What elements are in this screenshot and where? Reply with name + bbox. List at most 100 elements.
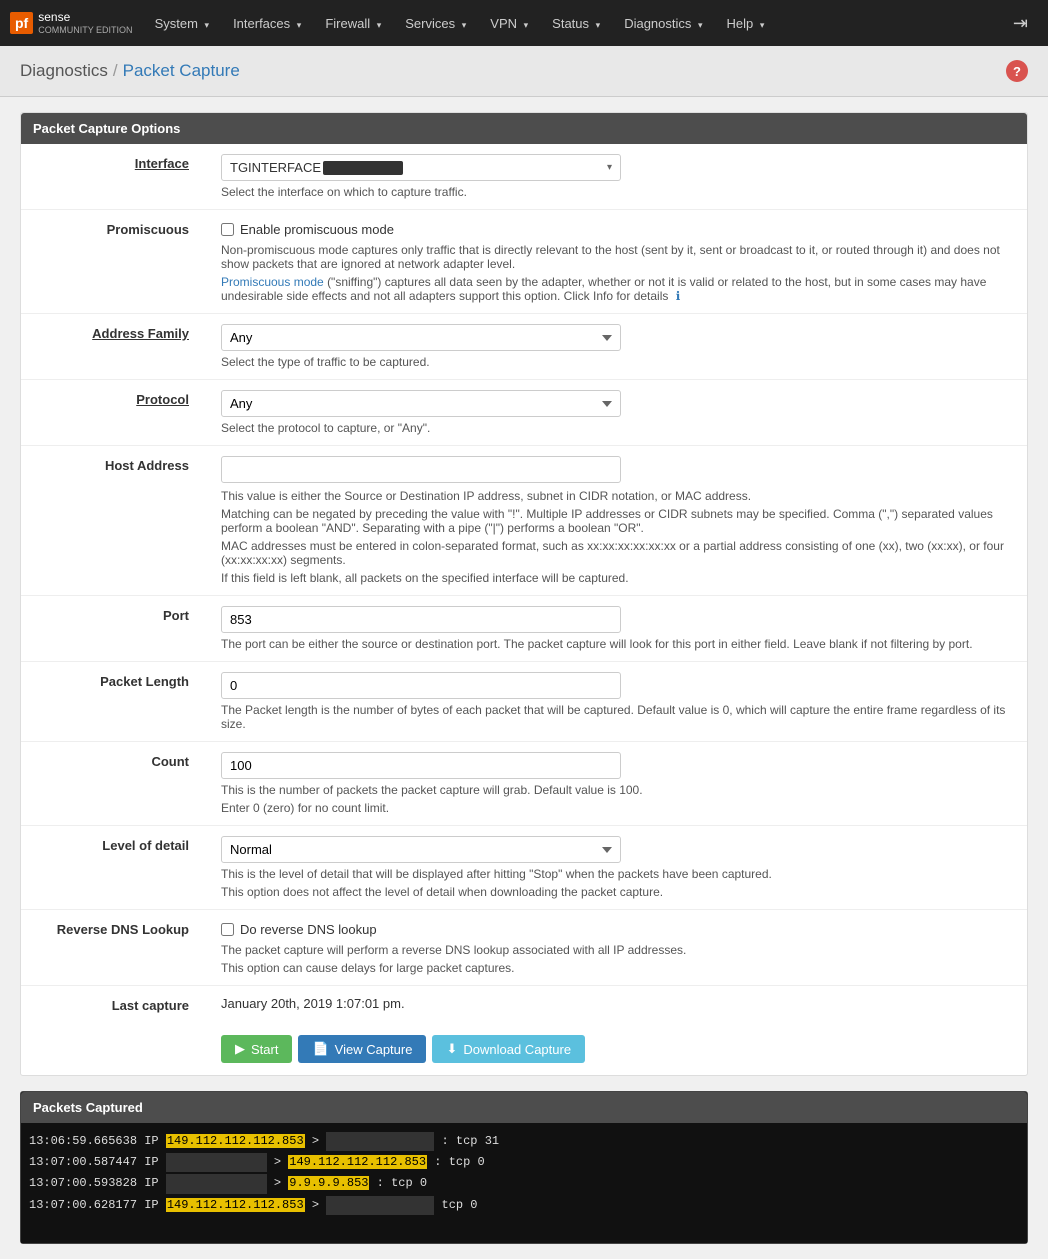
ip-src-1: 149.112.112.112.853 [166, 1134, 305, 1148]
nav-item-status[interactable]: Status ▾ [540, 2, 612, 45]
pfsense-logo: pf sense COMMUNITY EDITION [10, 10, 133, 35]
nav-item-vpn[interactable]: VPN ▾ [478, 2, 540, 45]
download-capture-button[interactable]: ⬇ Download Capture [432, 1035, 585, 1063]
chevron-down-icon: ▾ [462, 20, 467, 30]
navbar-right-icon[interactable]: ⇥ [1003, 13, 1038, 34]
nav-item-system[interactable]: System ▾ [143, 2, 222, 45]
chevron-down-icon: ▾ [205, 20, 210, 30]
packet-time-3: 13:07:00.593828 IP [29, 1176, 166, 1190]
ip-dst-3: 9.9.9.9.853 [288, 1176, 369, 1190]
address-family-field: Any IPv4 IPv6 Select the type of traffic… [201, 314, 1027, 380]
packets-content[interactable]: 13:06:59.665638 IP 149.112.112.112.853 >… [21, 1123, 1027, 1243]
packet-time-4: 13:07:00.628177 IP [29, 1198, 166, 1212]
logo-text: sense COMMUNITY EDITION [38, 10, 132, 35]
interface-redacted [323, 161, 403, 175]
chevron-down-icon: ▾ [524, 20, 529, 30]
interface-select[interactable]: TGINTERFACE ▾ [221, 154, 621, 181]
interface-label: Interface [21, 144, 201, 210]
chevron-down-icon: ▾ [596, 20, 601, 30]
level-of-detail-help2: This option does not affect the level of… [221, 885, 1015, 899]
nav-item-interfaces[interactable]: Interfaces ▾ [221, 2, 313, 45]
chevron-down-icon: ▾ [377, 20, 382, 30]
protocol-row: Protocol Any TCP UDP ICMP Select the pro… [21, 380, 1027, 446]
protocol-select[interactable]: Any TCP UDP ICMP [221, 390, 621, 417]
nav-link-interfaces[interactable]: Interfaces ▾ [221, 2, 313, 45]
packet-time-1: 13:06:59.665638 IP [29, 1134, 166, 1148]
nav-link-status[interactable]: Status ▾ [540, 2, 612, 45]
navbar: pf sense COMMUNITY EDITION System ▾ Inte… [0, 0, 1048, 46]
logo-icon: pf [10, 12, 33, 34]
packet-time-2: 13:07:00.587447 IP [29, 1155, 166, 1169]
nav-link-vpn[interactable]: VPN ▾ [478, 2, 540, 45]
port-input[interactable] [221, 606, 621, 633]
level-of-detail-label: Level of detail [21, 826, 201, 910]
reverse-dns-field: Do reverse DNS lookup The packet capture… [201, 910, 1027, 986]
promiscuous-checkbox[interactable] [221, 223, 234, 236]
host-address-field: This value is either the Source or Desti… [201, 446, 1027, 596]
nav-link-system[interactable]: System ▾ [143, 2, 222, 45]
count-input[interactable] [221, 752, 621, 779]
play-icon: ▶ [235, 1041, 245, 1057]
nav-link-help[interactable]: Help ▾ [715, 2, 777, 45]
address-family-label: Address Family [21, 314, 201, 380]
last-capture-value: January 20th, 2019 1:07:01 pm. [221, 996, 405, 1011]
host-address-help4: If this field is left blank, all packets… [221, 571, 1015, 585]
packet-length-help: The Packet length is the number of bytes… [221, 703, 1015, 731]
nav-item-services[interactable]: Services ▾ [393, 2, 478, 45]
ip-dst-1-redacted [326, 1132, 434, 1151]
last-capture-row: Last capture January 20th, 2019 1:07:01 … [21, 986, 1027, 1024]
packet-line-1: 13:06:59.665638 IP 149.112.112.112.853 >… [29, 1131, 1019, 1152]
level-of-detail-select[interactable]: Normal Medium High Full [221, 836, 621, 863]
breadcrumb-current: Packet Capture [123, 61, 240, 81]
reverse-dns-row: Reverse DNS Lookup Do reverse DNS lookup… [21, 910, 1027, 986]
address-family-select[interactable]: Any IPv4 IPv6 [221, 324, 621, 351]
reverse-dns-label: Reverse DNS Lookup [21, 910, 201, 986]
ip-dst-4-redacted [326, 1196, 434, 1215]
packet-length-label: Packet Length [21, 662, 201, 742]
chevron-down-icon: ▾ [760, 20, 765, 30]
chevron-down-icon: ▾ [297, 20, 302, 30]
main-content: Packet Capture Options Interface TGINTER… [0, 97, 1048, 1259]
ip-src-3-redacted [166, 1174, 267, 1193]
packet-line-4: 13:07:00.628177 IP 149.112.112.112.853 >… [29, 1195, 1019, 1216]
promiscuous-row: Promiscuous Enable promiscuous mode Non-… [21, 210, 1027, 314]
action-buttons: ▶ Start 📄 View Capture ⬇ Download Captur… [21, 1023, 1027, 1075]
breadcrumb-separator: / [113, 61, 118, 81]
host-address-input[interactable] [221, 456, 621, 483]
last-capture-label: Last capture [21, 986, 201, 1024]
reverse-dns-checkbox[interactable] [221, 923, 234, 936]
count-label: Count [21, 742, 201, 826]
ip-src-2-redacted [166, 1153, 267, 1172]
start-button[interactable]: ▶ Start [221, 1035, 292, 1063]
packet-length-field: The Packet length is the number of bytes… [201, 662, 1027, 742]
promiscuous-mode-link[interactable]: Promiscuous mode [221, 275, 324, 289]
address-family-help: Select the type of traffic to be capture… [221, 355, 1015, 369]
nav-link-services[interactable]: Services ▾ [393, 2, 478, 45]
info-icon[interactable]: ℹ [676, 289, 681, 303]
nav-item-diagnostics[interactable]: Diagnostics ▾ [612, 2, 714, 45]
last-capture-field: January 20th, 2019 1:07:01 pm. [201, 986, 1027, 1024]
packet-line-3: 13:07:00.593828 IP > 9.9.9.9.853 : tcp 0 [29, 1173, 1019, 1194]
help-button[interactable]: ? [1006, 60, 1028, 82]
promiscuous-field: Enable promiscuous mode Non-promiscuous … [201, 210, 1027, 314]
packets-captured-panel: Packets Captured 13:06:59.665638 IP 149.… [20, 1091, 1028, 1244]
count-help2: Enter 0 (zero) for no count limit. [221, 801, 1015, 815]
view-capture-button[interactable]: 📄 View Capture [298, 1035, 426, 1063]
protocol-field: Any TCP UDP ICMP Select the protocol to … [201, 380, 1027, 446]
nav-link-diagnostics[interactable]: Diagnostics ▾ [612, 2, 714, 45]
nav-item-firewall[interactable]: Firewall ▾ [313, 2, 393, 45]
packet-length-input[interactable] [221, 672, 621, 699]
interface-help: Select the interface on which to capture… [221, 185, 1015, 199]
reverse-dns-checkbox-row: Do reverse DNS lookup [221, 922, 1015, 937]
interface-field: TGINTERFACE ▾ Select the interface on wh… [201, 144, 1027, 210]
count-field: This is the number of packets the packet… [201, 742, 1027, 826]
promiscuous-help2: Promiscuous mode ("sniffing") captures a… [221, 275, 1015, 303]
packet-length-row: Packet Length The Packet length is the n… [21, 662, 1027, 742]
host-address-help1: This value is either the Source or Desti… [221, 489, 1015, 503]
nav-item-help[interactable]: Help ▾ [715, 2, 777, 45]
interface-row: Interface TGINTERFACE ▾ Select the inter… [21, 144, 1027, 210]
nav-link-firewall[interactable]: Firewall ▾ [313, 2, 393, 45]
options-form: Interface TGINTERFACE ▾ Select the inter… [21, 144, 1027, 1023]
ip-src-4: 149.112.112.112.853 [166, 1198, 305, 1212]
count-row: Count This is the number of packets the … [21, 742, 1027, 826]
